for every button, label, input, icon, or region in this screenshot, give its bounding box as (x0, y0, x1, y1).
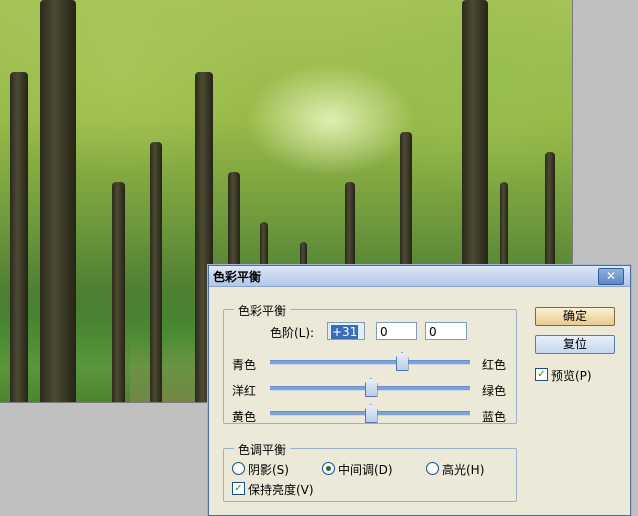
preserve-luminosity-label[interactable]: 保持亮度(V) (248, 481, 314, 498)
slider-red-label: 红色 (482, 358, 507, 372)
shadows-radio[interactable] (232, 462, 245, 475)
levels-yellow-blue-input[interactable]: 0 (425, 322, 467, 340)
preview-checkbox[interactable]: ✓ (535, 368, 548, 381)
close-button[interactable]: ✕ (598, 268, 624, 285)
levels-value-3: 0 (429, 325, 437, 339)
highlights-label[interactable]: 高光(H) (442, 461, 484, 478)
slider-cyan-label: 青色 (232, 358, 257, 372)
close-icon: ✕ (605, 269, 617, 283)
checkmark-icon: ✓ (234, 483, 243, 494)
color-balance-dialog: 色彩平衡 ✕ 色彩平衡 色阶(L): +31 0 0 青色 红色 洋红 绿色 黄… (208, 265, 631, 516)
tree-trunk (150, 142, 162, 402)
color-balance-group: 色彩平衡 色阶(L): +31 0 0 青色 红色 洋红 绿色 黄色 蓝色 (223, 302, 517, 424)
slider-magenta-label: 洋红 (232, 384, 257, 398)
tree-trunk (112, 182, 125, 402)
levels-label: 色阶(L): (270, 326, 315, 340)
cyan-red-slider-thumb[interactable] (395, 352, 409, 371)
reset-button[interactable]: 复位 (535, 335, 615, 354)
checkmark-icon: ✓ (537, 369, 546, 380)
preview-label[interactable]: 预览(P) (551, 367, 592, 384)
slider-yellow-label: 黄色 (232, 410, 257, 424)
ok-button[interactable]: 确定 (535, 307, 615, 326)
tone-balance-group: 色调平衡 阴影(S) 中间调(D) 高光(H) ✓ 保持亮度(V) (223, 441, 517, 502)
midtones-radio[interactable] (322, 462, 335, 475)
preserve-luminosity-checkbox[interactable]: ✓ (232, 482, 245, 495)
shadows-label[interactable]: 阴影(S) (248, 461, 289, 478)
highlights-radio[interactable] (426, 462, 439, 475)
levels-cyan-red-input[interactable]: +31 (327, 322, 365, 340)
midtones-label[interactable]: 中间调(D) (338, 461, 393, 478)
color-balance-legend: 色彩平衡 (234, 302, 291, 319)
levels-magenta-green-input[interactable]: 0 (376, 322, 417, 340)
cyan-red-slider-track[interactable] (270, 360, 470, 365)
slider-blue-label: 蓝色 (482, 410, 507, 424)
tone-balance-legend: 色调平衡 (234, 441, 291, 458)
dialog-title: 色彩平衡 (213, 270, 262, 284)
dialog-titlebar[interactable]: 色彩平衡 ✕ (209, 266, 630, 287)
yellow-blue-slider-thumb[interactable] (364, 404, 378, 423)
tree-trunk (10, 72, 28, 402)
tree-trunk (40, 0, 76, 402)
levels-value-2: 0 (380, 325, 388, 339)
levels-value-1: +31 (331, 325, 359, 339)
magenta-green-slider-thumb[interactable] (364, 378, 378, 397)
slider-green-label: 绿色 (482, 384, 507, 398)
